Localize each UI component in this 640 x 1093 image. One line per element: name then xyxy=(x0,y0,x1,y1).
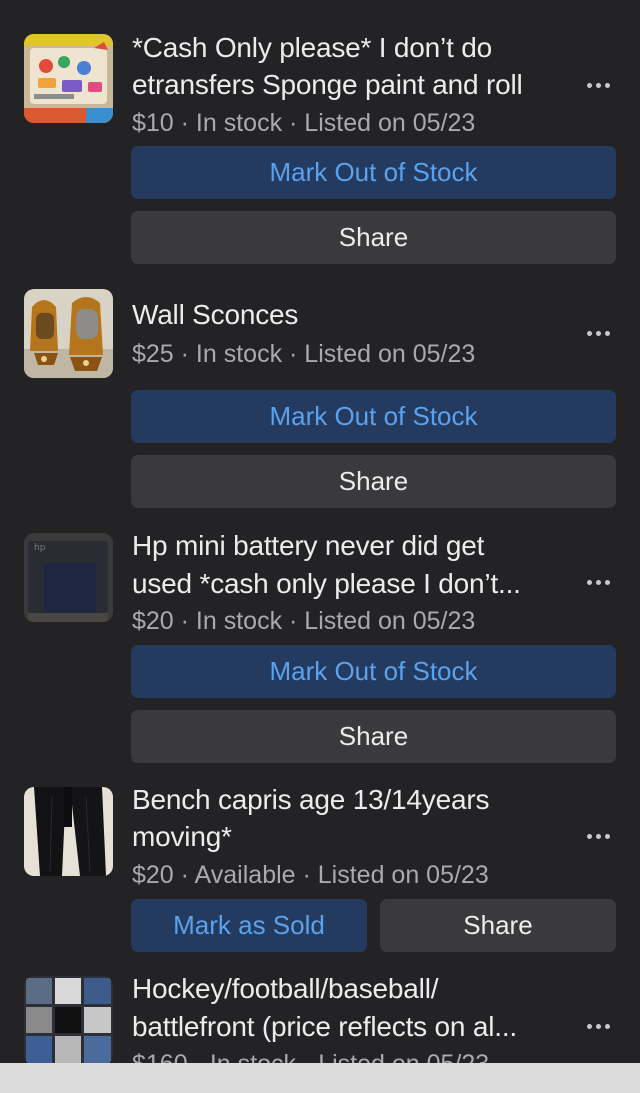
mark-out-of-stock-button[interactable]: Mark Out of Stock xyxy=(131,645,616,698)
listing-title-continued[interactable]: used *cash only please I don’t... xyxy=(132,565,572,602)
listing-title-continued[interactable]: moving* xyxy=(132,818,572,855)
share-button[interactable]: Share xyxy=(131,710,616,763)
more-horizontal-icon xyxy=(586,330,592,336)
more-options-button[interactable] xyxy=(580,70,616,100)
more-horizontal-icon xyxy=(586,82,592,88)
marketplace-your-listings: *Cash Only please* I don’t do etransfers… xyxy=(0,0,640,1093)
listing-title-continued[interactable]: etransfers Sponge paint and roll xyxy=(132,66,572,103)
listing-title-continued[interactable]: battlefront (price reflects on al... xyxy=(132,1008,572,1045)
listing-meta: $20 · In stock · Listed on 05/23 xyxy=(132,607,476,635)
more-options-button[interactable] xyxy=(580,567,616,597)
mark-as-sold-button[interactable]: Mark as Sold xyxy=(131,899,367,952)
listing-title[interactable]: Hp mini battery never did get xyxy=(132,527,572,564)
listing-thumbnail-hp-battery[interactable]: hp xyxy=(24,533,113,622)
more-horizontal-icon xyxy=(586,579,592,585)
more-options-button[interactable] xyxy=(580,821,616,851)
hp-battery-image: hp xyxy=(24,533,113,622)
bottom-bar xyxy=(0,1063,640,1093)
listing-thumbnail-wall-sconces[interactable] xyxy=(24,289,113,378)
more-horizontal-icon xyxy=(586,833,592,839)
listing-title[interactable]: Bench capris age 13/14years xyxy=(132,781,572,818)
listing-thumbnail-sponge-paint[interactable] xyxy=(24,34,113,123)
share-button[interactable]: Share xyxy=(380,899,616,952)
listing-thumbnail-bench-capris[interactable] xyxy=(24,787,113,876)
more-horizontal-icon xyxy=(586,1023,592,1029)
share-button[interactable]: Share xyxy=(131,211,616,264)
more-options-button[interactable] xyxy=(580,1011,616,1041)
listing-meta: $10 · In stock · Listed on 05/23 xyxy=(132,109,476,137)
mark-out-of-stock-button[interactable]: Mark Out of Stock xyxy=(131,146,616,199)
share-button[interactable]: Share xyxy=(131,455,616,508)
more-options-button[interactable] xyxy=(580,318,616,348)
mark-out-of-stock-button[interactable]: Mark Out of Stock xyxy=(131,390,616,443)
listing-meta: $20 · Available · Listed on 05/23 xyxy=(132,861,489,889)
bench-capris-image xyxy=(24,787,113,876)
listing-meta: $25 · In stock · Listed on 05/23 xyxy=(132,340,476,368)
svg-text:hp: hp xyxy=(34,543,46,553)
sports-cards-image xyxy=(24,976,113,1065)
listing-title[interactable]: Wall Sconces xyxy=(132,296,572,333)
sponge-paint-image xyxy=(24,34,113,123)
listing-thumbnail-sports-cards[interactable] xyxy=(24,976,113,1065)
listing-title[interactable]: *Cash Only please* I don’t do xyxy=(132,29,572,66)
listing-title[interactable]: Hockey/football/baseball/ xyxy=(132,970,572,1007)
wall-sconces-image xyxy=(24,289,113,378)
